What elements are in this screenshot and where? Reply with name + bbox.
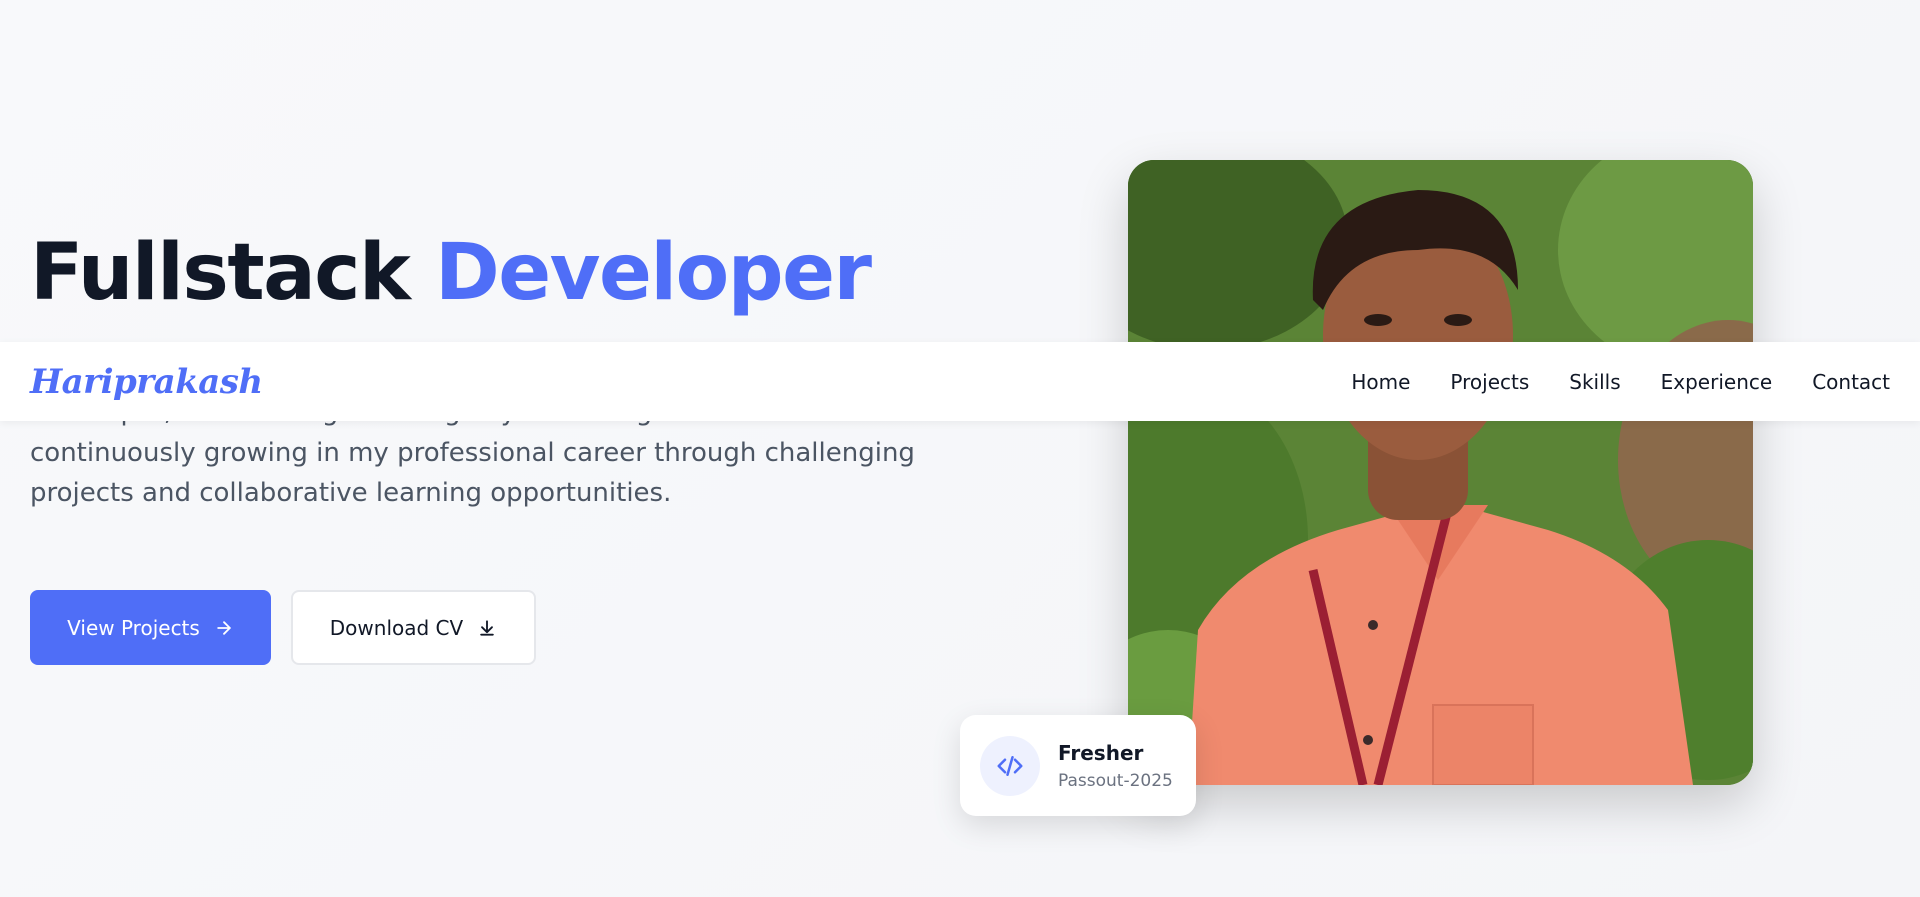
download-cv-button[interactable]: Download CV bbox=[291, 590, 536, 665]
badge-subtitle: Passout-2025 bbox=[1058, 770, 1173, 791]
profile-photo bbox=[1128, 160, 1753, 785]
badge-title: Fresher bbox=[1058, 740, 1144, 765]
code-icon-wrapper bbox=[980, 735, 1040, 796]
nav-links: Home Projects Skills Experience Contact bbox=[1351, 370, 1890, 394]
hero-description-line: projects and collaborative learning oppo… bbox=[30, 478, 672, 508]
nav-link-skills[interactable]: Skills bbox=[1569, 370, 1620, 394]
hero-title-accent: Developer bbox=[435, 228, 872, 318]
badge-text: Fresher Passout-2025 bbox=[1058, 741, 1173, 791]
hero-title-main: Fullstack bbox=[30, 228, 436, 318]
view-projects-button[interactable]: View Projects bbox=[30, 590, 271, 665]
logo[interactable]: Hariprakash bbox=[30, 362, 263, 402]
view-projects-label: View Projects bbox=[67, 615, 200, 640]
status-badge: Fresher Passout-2025 bbox=[960, 715, 1196, 816]
nav-link-projects[interactable]: Projects bbox=[1450, 370, 1529, 394]
hero-description-line: continuously growing in my professional … bbox=[30, 437, 915, 468]
hero-title: Fullstack Developer bbox=[30, 228, 872, 318]
download-cv-label: Download CV bbox=[329, 615, 464, 640]
download-icon bbox=[480, 619, 494, 636]
nav-link-contact[interactable]: Contact bbox=[1812, 370, 1890, 394]
code-icon bbox=[997, 755, 1023, 776]
arrow-right-icon bbox=[217, 620, 231, 635]
navbar: Hariprakash Home Projects Skills Experie… bbox=[0, 342, 1920, 421]
nav-link-home[interactable]: Home bbox=[1351, 370, 1410, 394]
nav-link-experience[interactable]: Experience bbox=[1661, 370, 1773, 394]
